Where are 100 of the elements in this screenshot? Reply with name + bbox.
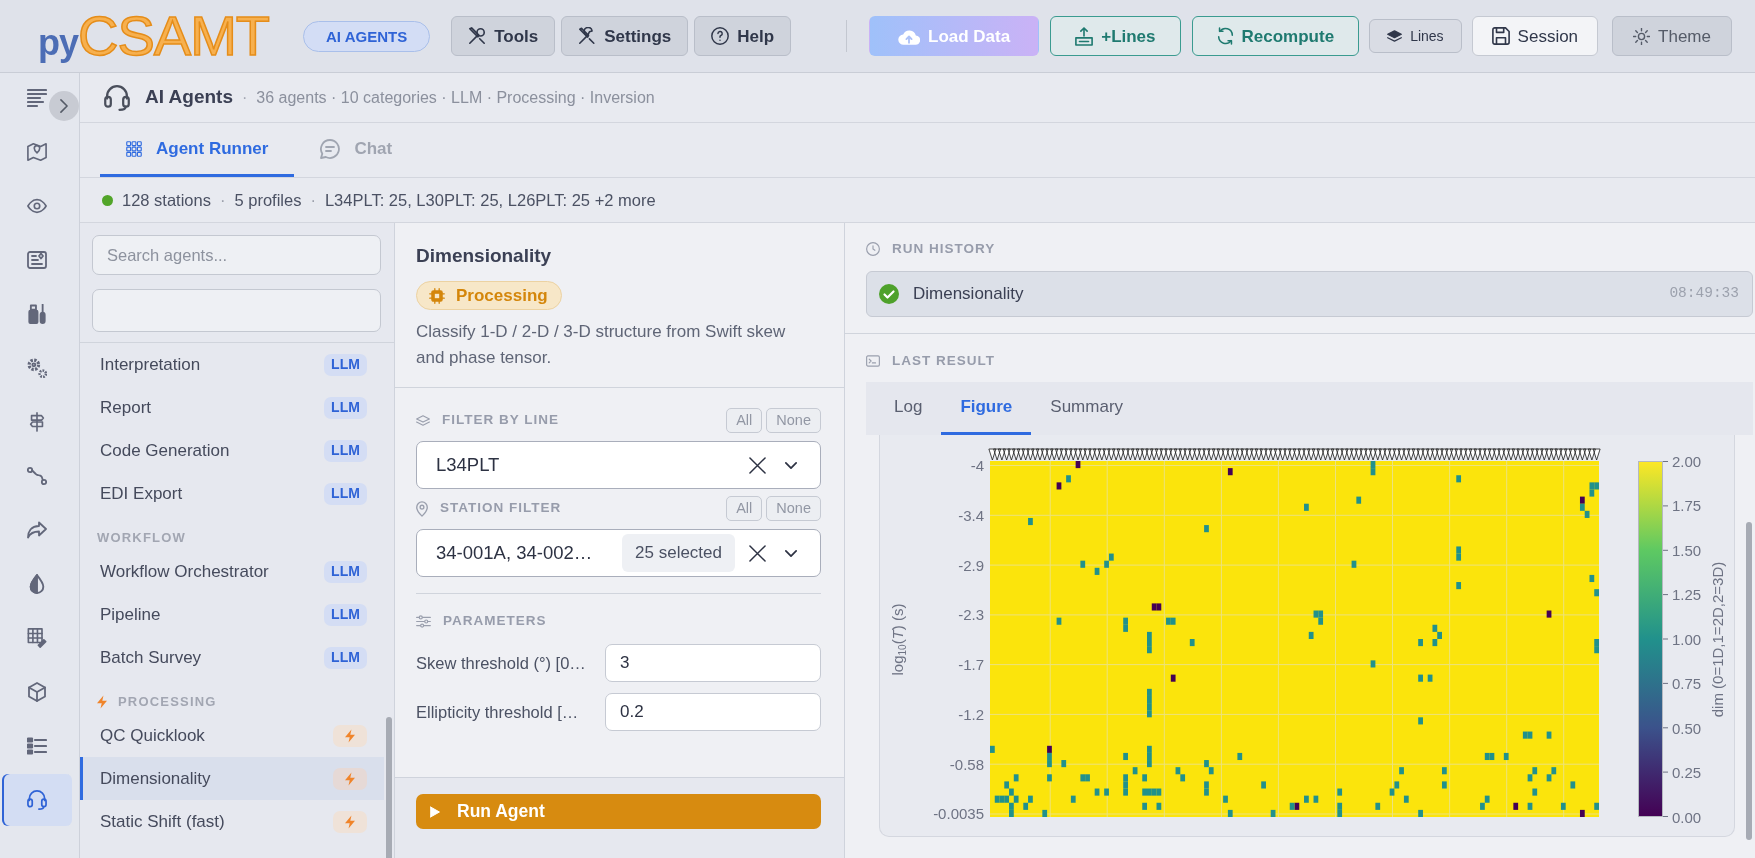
axis-tick-label: -0.0035 <box>933 806 984 822</box>
colorbar-tick-label: 0.25 <box>1672 765 1702 780</box>
chip-icon <box>429 287 445 304</box>
sidebar-item[interactable] <box>26 87 48 109</box>
chevron-down-icon <box>785 549 797 557</box>
toolbar-button[interactable]: Lines <box>1369 19 1462 53</box>
chat-icon <box>320 138 341 159</box>
chevron-right-icon <box>60 99 68 113</box>
location-pin-icon <box>416 500 428 517</box>
drop-icon <box>27 574 47 594</box>
input-field[interactable] <box>92 289 381 332</box>
sliders-icon <box>416 614 431 628</box>
sidebar-item[interactable] <box>2 774 72 826</box>
sidebar-item[interactable] <box>26 465 48 487</box>
sidebar-item[interactable] <box>26 735 48 757</box>
history-name: Dimensionality <box>913 283 1025 306</box>
parameter-input[interactable]: 3 <box>605 644 821 682</box>
separator-dot: · <box>220 189 226 211</box>
section-heading: PARAMETERS <box>443 611 547 630</box>
app-logo: pyCSAMT <box>38 8 269 64</box>
collapse-button[interactable] <box>49 91 79 121</box>
agent-list-item[interactable]: Workflow Orchestrator LLM <box>80 550 384 593</box>
layers-icon <box>1387 30 1403 42</box>
multi-select[interactable]: L34PLT <box>416 441 821 489</box>
agent-list-item[interactable]: Static Shift (fast) <box>80 800 384 843</box>
tools-icon <box>578 27 597 45</box>
colorbar-tick-label: 1.25 <box>1672 587 1702 602</box>
field-label: FILTER BY LINE <box>442 411 559 430</box>
headset-icon <box>104 84 130 111</box>
tab[interactable]: Agent Runner <box>100 123 295 177</box>
page-subtitle: 36 agents · 10 categories · LLM · Processing · Inversion <box>256 87 655 108</box>
category-badge: LLM <box>324 603 367 626</box>
tab[interactable]: Log <box>875 382 942 435</box>
text-lines-icon <box>27 88 47 108</box>
section-heading: LAST RESULT <box>892 351 995 370</box>
headset-icon <box>27 790 47 810</box>
colorbar-label: dim (0=1D,1=2D,2=3D) <box>1710 561 1726 717</box>
sidebar-item[interactable] <box>26 519 48 541</box>
colorbar-tick-label: 1.75 <box>1672 498 1702 513</box>
bolt-icon <box>333 810 367 833</box>
colorbar-tick-label: 0.00 <box>1672 809 1702 825</box>
toolbar-button[interactable]: Session <box>1471 16 1599 56</box>
agent-list-item[interactable]: Interpretation LLM <box>80 343 384 386</box>
grid-icon <box>126 140 142 157</box>
axis-tick-label: -2.9 <box>958 557 984 573</box>
sidebar-item[interactable] <box>26 249 48 271</box>
category-badge: LLM <box>324 482 367 505</box>
parameter-input[interactable]: 0.2 <box>605 693 821 731</box>
search-field[interactable]: Search agents... <box>92 235 381 275</box>
colorbar-tick-label: 0.50 <box>1672 720 1702 736</box>
summary-text: 128 stations <box>122 189 211 211</box>
menu-button[interactable]: Help <box>694 16 792 56</box>
axis-tick-label: -1.7 <box>958 657 984 673</box>
chevron-down-icon <box>785 461 797 469</box>
axis-tick-label: -1.2 <box>958 706 984 722</box>
toolbar-button[interactable]: Recompute <box>1191 16 1360 56</box>
scrollbar[interactable] <box>1746 522 1752 840</box>
agent-list-item[interactable]: Batch Survey LLM <box>80 636 384 679</box>
signpost-icon <box>27 412 47 432</box>
category-badge: LLM <box>324 560 367 583</box>
toolbar-button[interactable]: Theme <box>1612 16 1732 56</box>
separator-dot: · <box>310 189 316 211</box>
tab[interactable]: Summary <box>1031 382 1143 435</box>
cube-icon <box>27 682 47 702</box>
sidebar-item[interactable] <box>26 303 48 325</box>
menu-button[interactable]: Settings <box>561 16 689 56</box>
history-item[interactable]: Dimensionality 08:49:33 <box>866 271 1753 317</box>
save-icon <box>1491 27 1510 45</box>
agent-list-item[interactable]: QC Quicklook <box>80 714 384 757</box>
eye-icon <box>27 196 47 216</box>
sidebar-item[interactable] <box>26 141 48 163</box>
agent-list-item[interactable]: EDI Export LLM <box>80 472 384 515</box>
sidebar-item[interactable] <box>26 357 48 379</box>
sidebar-item[interactable] <box>26 627 48 649</box>
share-icon <box>27 520 47 540</box>
status-dot-icon <box>102 194 113 206</box>
axis-tick-label: -0.58 <box>949 756 984 772</box>
agent-list-item[interactable]: Report LLM <box>80 386 384 429</box>
map-icon <box>27 142 47 162</box>
document-icon <box>27 250 47 270</box>
agent-list-item[interactable]: Code Generation LLM <box>80 429 384 472</box>
bolt-icon <box>333 724 367 747</box>
upload-icon <box>1075 26 1094 46</box>
menu-button[interactable]: Tools <box>451 16 556 56</box>
scrollbar[interactable] <box>386 717 392 858</box>
colorbar-tick-label: 1.00 <box>1672 631 1702 647</box>
sidebar-item[interactable] <box>26 681 48 703</box>
axis-tick-label: -2.3 <box>958 607 984 623</box>
refresh-icon <box>1216 27 1234 45</box>
toolbar-button[interactable]: +Lines <box>1050 16 1181 56</box>
multi-select[interactable]: 34-001A, 34-002… 25 selected <box>416 529 821 577</box>
agent-title: Dimensionality <box>416 244 553 268</box>
bottle-icon <box>27 304 47 324</box>
cloud-upload-icon <box>898 27 920 45</box>
agent-list-item[interactable]: Dimensionality <box>80 757 384 800</box>
agent-list-item[interactable]: Pipeline LLM <box>80 593 384 636</box>
play-icon <box>430 805 440 818</box>
category-badge: LLM <box>324 439 367 462</box>
clear-icon <box>749 456 766 474</box>
clock-icon <box>866 242 880 256</box>
